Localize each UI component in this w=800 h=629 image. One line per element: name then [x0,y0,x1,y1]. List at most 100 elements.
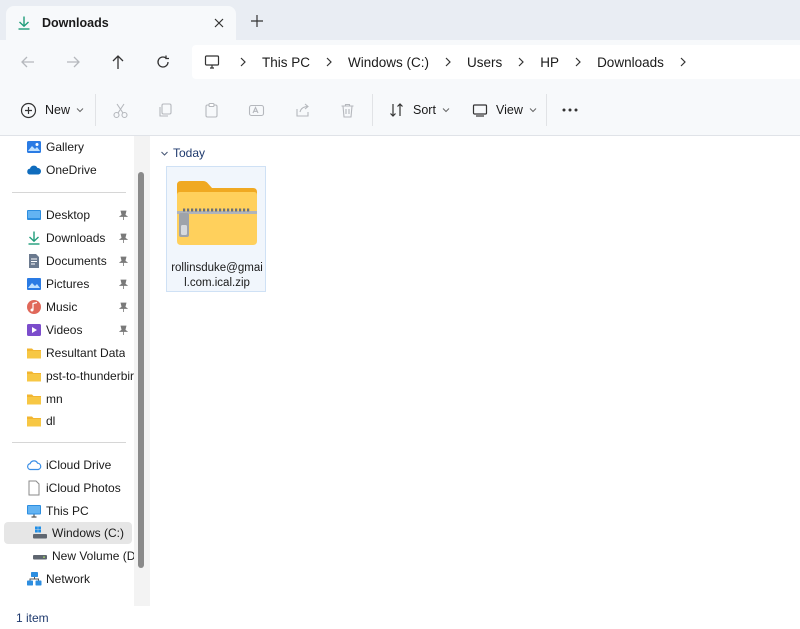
sidebar-item-downloads[interactable]: Downloads [0,227,134,249]
back-button[interactable] [18,52,38,72]
cut-button[interactable] [112,100,129,120]
sidebar-item-label: OneDrive [46,163,97,177]
share-icon [296,103,309,117]
address-bar[interactable]: This PC Windows (C:) Users HP Downloads [192,45,800,79]
pin-icon[interactable] [119,325,128,335]
close-tab-icon[interactable] [212,16,226,30]
clipboard-icon [205,102,218,118]
sidebar-item-mn[interactable]: mn [0,388,134,410]
sidebar-item-music[interactable]: Music [0,296,134,318]
plus-circle-icon [20,102,37,118]
chevron-down-icon [76,108,84,113]
toolbar-divider [95,94,96,126]
chevron-right-icon [445,57,451,67]
share-button[interactable] [294,100,311,120]
monitor-icon [204,55,220,69]
up-button[interactable] [108,52,128,72]
folder-icon [27,371,41,382]
pin-icon[interactable] [119,302,128,312]
breadcrumb-this-pc[interactable]: This PC [262,55,310,70]
sidebar-item-label: Desktop [46,208,91,222]
breadcrumb-windows-c[interactable]: Windows (C:) [348,55,429,70]
sidebar-item-pst-to-thunderbird[interactable]: pst-to-thunderbir [0,365,134,387]
sidebar-item-dl[interactable]: dl [0,410,134,432]
sidebar-item-label: iCloud Photos [46,481,121,495]
folder-icon [27,394,41,405]
file-item[interactable]: rollinsduke@gmail.com.ical.zip [166,166,266,292]
sidebar-item-icloud-photos[interactable]: iCloud Photos [0,477,134,499]
sidebar-item-label: New Volume (D: [52,549,134,563]
sidebar-item-label: Downloads [46,231,106,245]
chevron-right-icon [575,57,581,67]
tab-downloads[interactable]: Downloads [6,6,236,40]
sort-icon [390,103,403,117]
sidebar-item-onedrive[interactable]: OneDrive [0,159,134,181]
sidebar-scrollbar-thumb[interactable] [138,172,144,568]
pin-icon[interactable] [119,279,128,289]
sidebar-item-label: This PC [46,504,89,518]
sidebar-item-label: pst-to-thunderbir [46,369,134,383]
sidebar-item-gallery[interactable]: Gallery [0,136,134,158]
sidebar-item-label: Documents [46,254,107,268]
chevron-down-icon [442,108,450,113]
downloads-folder-icon [28,231,40,245]
copy-button[interactable] [157,100,174,120]
breadcrumb-downloads[interactable]: Downloads [597,55,664,70]
sidebar-item-label: mn [46,392,63,406]
sidebar-item-desktop[interactable]: Desktop [0,204,134,226]
new-button[interactable]: New [20,100,84,120]
sidebar-item-resultant-data[interactable]: Resultant Data [0,342,134,364]
sidebar-item-network[interactable]: Network [0,568,134,590]
arrow-left-icon [21,56,34,68]
breadcrumb-users[interactable]: Users [467,55,502,70]
view-button[interactable]: View [472,100,537,120]
sidebar-item-icloud-drive[interactable]: iCloud Drive [0,454,134,476]
breadcrumb-hp[interactable]: HP [540,55,559,70]
trash-icon [341,103,354,118]
pin-icon[interactable] [119,256,128,266]
paste-button[interactable] [203,100,220,120]
arrow-right-icon [67,56,80,68]
chevron-right-icon[interactable] [678,57,688,67]
navigation-pane: Gallery OneDrive Desktop Downloads Docum… [0,136,150,606]
sidebar-item-this-pc[interactable]: This PC [0,500,134,522]
chevron-down-icon [161,151,168,156]
sidebar-item-label: Gallery [46,140,85,154]
chevron-right-icon [240,57,246,67]
sidebar-item-label: Windows (C:) [52,526,125,540]
sidebar-item-videos[interactable]: Videos [0,319,134,341]
group-header-today[interactable]: Today [160,146,205,160]
sidebar-item-documents[interactable]: Documents [0,250,134,272]
delete-button[interactable] [339,100,356,120]
file-list-pane[interactable]: Today rollinsduke@gmail.com.ical.zip [150,136,800,606]
pin-icon[interactable] [119,233,128,243]
more-horizontal-icon [562,108,578,112]
new-tab-icon[interactable] [250,14,264,28]
sidebar-item-label: Pictures [46,277,90,291]
videos-folder-icon [27,324,41,336]
rename-icon [248,104,265,116]
title-bar: Downloads [0,0,800,40]
music-folder-icon [27,300,41,314]
pin-icon[interactable] [119,210,128,220]
sidebar-item-label: Videos [46,323,83,337]
sort-label: Sort [413,103,436,117]
pictures-folder-icon [27,278,41,290]
sidebar-item-label: dl [46,414,56,428]
icloud-drive-icon [27,460,42,471]
sidebar-divider [12,192,126,193]
forward-button[interactable] [63,52,83,72]
new-label: New [45,103,71,117]
chevron-right-icon [326,57,332,67]
sort-button[interactable]: Sort [389,100,450,120]
folder-icon [27,348,41,359]
sidebar-item-new-volume-d[interactable]: New Volume (D: [0,545,134,567]
sidebar-item-windows-c[interactable]: Windows (C:) [4,522,132,544]
sidebar-item-pictures[interactable]: Pictures [0,273,134,295]
icloud-photos-icon [28,480,40,496]
rename-button[interactable] [248,100,265,120]
more-options-button[interactable] [561,100,579,120]
onedrive-icon [27,165,42,175]
sidebar-divider [12,442,126,443]
refresh-button[interactable] [153,52,173,72]
